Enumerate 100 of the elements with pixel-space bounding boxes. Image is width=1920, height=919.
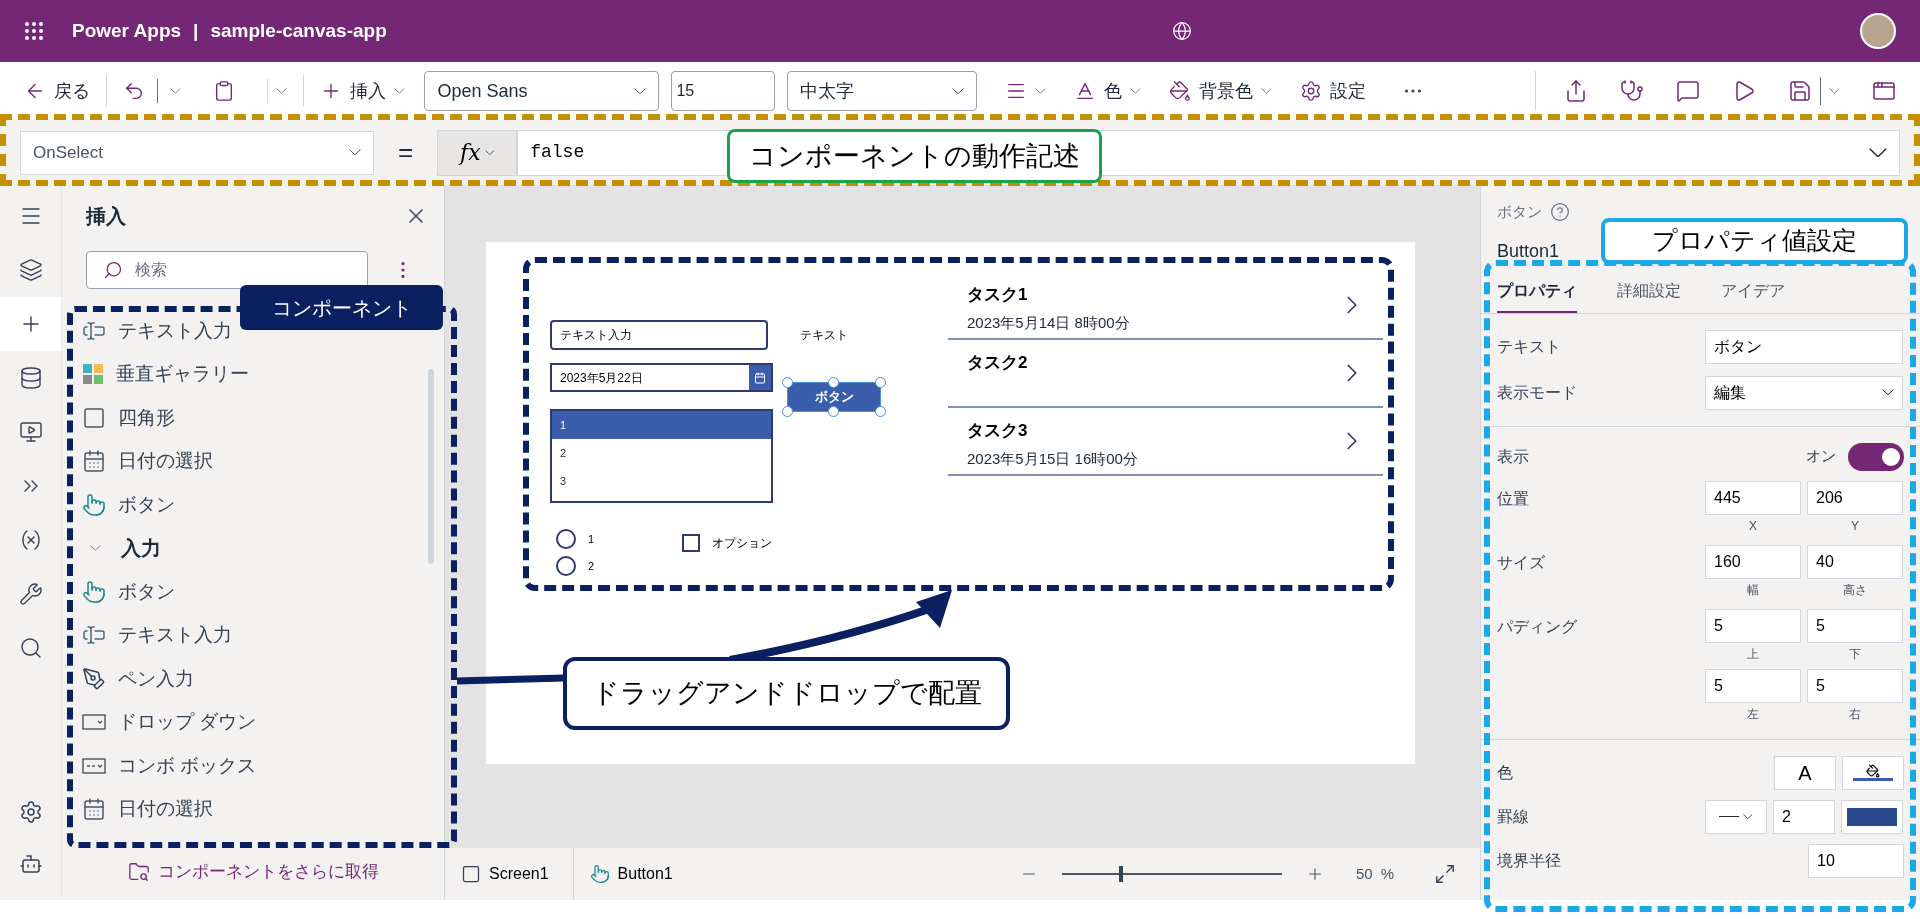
property-label: パディング xyxy=(1497,616,1578,637)
fit-screen-icon[interactable] xyxy=(1434,863,1456,885)
stethoscope-icon[interactable] xyxy=(1620,79,1645,103)
settings-button[interactable]: 設定 xyxy=(1299,77,1366,105)
font-size-field[interactable]: 15 xyxy=(671,71,776,111)
text-color-button[interactable]: 色 xyxy=(1074,77,1141,105)
resize-handle[interactable] xyxy=(782,406,793,417)
title-separator: | xyxy=(193,18,199,43)
component-item[interactable]: テキスト入力 xyxy=(118,316,232,345)
property-field[interactable]: 206 xyxy=(1807,480,1903,515)
insert-button[interactable]: 挿入 xyxy=(319,77,405,105)
calendar-icon[interactable] xyxy=(749,365,771,390)
resize-handle[interactable] xyxy=(828,377,839,388)
property-tab[interactable]: プロパティ xyxy=(1497,278,1577,313)
resize-handle[interactable] xyxy=(828,406,839,417)
canvas-button[interactable]: ボタン xyxy=(788,383,880,411)
globe-icon[interactable] xyxy=(1172,21,1192,41)
publish-icon[interactable] xyxy=(1872,79,1896,103)
settings-icon xyxy=(1299,80,1322,102)
date-picker[interactable]: 2023年5月22日 xyxy=(550,363,773,392)
search-field[interactable]: 検索 xyxy=(86,251,368,289)
list-box[interactable]: 1 2 3 xyxy=(550,409,773,503)
fx-button[interactable]: fx xyxy=(437,129,518,176)
text-field[interactable]: ボタン xyxy=(1705,329,1903,364)
scrollbar[interactable] xyxy=(428,369,434,564)
property-label: 罫線 xyxy=(1497,806,1530,827)
component-item[interactable]: ドロップ ダウン xyxy=(118,708,257,737)
field-caption: Y xyxy=(1851,517,1859,535)
component-item[interactable]: 日付の選択 xyxy=(118,447,213,476)
radio-button[interactable] xyxy=(556,556,576,576)
fill-button[interactable]: 背景色 xyxy=(1169,77,1272,105)
property-field[interactable]: 5 xyxy=(1807,668,1903,703)
property-field[interactable]: 160 xyxy=(1705,544,1801,579)
font-dropdown[interactable]: Open Sans xyxy=(424,71,660,111)
component-item[interactable]: 日付の選択 xyxy=(118,795,213,824)
tools-icon xyxy=(18,582,43,606)
list-option[interactable]: 3 xyxy=(552,467,771,495)
toggle-state: オン xyxy=(1806,446,1836,467)
text-input[interactable]: テキスト入力 xyxy=(550,320,768,350)
display-mode-dropdown[interactable]: 編集 xyxy=(1705,375,1903,410)
component-item[interactable]: ボタン xyxy=(118,490,175,519)
paint-bucket-icon xyxy=(1866,764,1880,778)
settings-icon[interactable] xyxy=(18,800,43,824)
save-icon[interactable] xyxy=(1788,79,1813,103)
dropdown-icon xyxy=(82,713,106,732)
border-width-field[interactable]: 2 xyxy=(1773,799,1835,834)
property-tab[interactable]: アイデア xyxy=(1721,278,1785,313)
toggle-knob[interactable] xyxy=(1882,447,1900,466)
property-dropdown[interactable]: OnSelect xyxy=(20,130,374,175)
property-field[interactable]: 40 xyxy=(1807,544,1903,579)
back-button[interactable]: 戻る xyxy=(24,77,90,105)
checkbox[interactable] xyxy=(682,534,700,552)
chevron-icon[interactable] xyxy=(1869,147,1887,158)
search-icon xyxy=(103,260,123,280)
combo-box-icon xyxy=(82,756,106,775)
component-item[interactable]: 垂直ギャラリー xyxy=(116,360,249,389)
resize-handle[interactable] xyxy=(782,377,793,388)
screen-breadcrumb[interactable]: Screen1 xyxy=(489,862,549,886)
task-title: タスク1 xyxy=(967,284,1029,306)
resize-handle[interactable] xyxy=(875,377,886,388)
calendar-icon xyxy=(82,797,106,822)
property-field[interactable]: 5 xyxy=(1705,668,1801,703)
user-avatar[interactable] xyxy=(1860,13,1896,49)
property-field[interactable]: 5 xyxy=(1807,608,1903,643)
help-icon[interactable] xyxy=(1550,202,1570,223)
visible-toggle[interactable] xyxy=(1848,442,1904,471)
component-item[interactable]: 四角形 xyxy=(118,403,175,432)
control-breadcrumb[interactable]: Button1 xyxy=(617,862,673,886)
fill-color-button[interactable] xyxy=(1842,755,1904,790)
field-caption: 幅 xyxy=(1747,581,1759,599)
chevron-icon xyxy=(393,88,405,94)
list-option[interactable]: 1 xyxy=(552,411,771,439)
list-option[interactable]: 2 xyxy=(552,439,771,467)
component-item[interactable]: ボタン xyxy=(118,577,175,606)
field-caption: 右 xyxy=(1849,705,1861,723)
annotation-tooltip: プロパティ値設定 xyxy=(1601,218,1908,264)
bot-icon[interactable] xyxy=(18,852,43,876)
comment-icon[interactable] xyxy=(1676,79,1701,103)
more-components-link[interactable]: コンポーネントをさらに取得 xyxy=(157,859,379,885)
undo-icon[interactable] xyxy=(123,80,145,102)
radio-button[interactable] xyxy=(556,529,576,549)
component-item[interactable]: コンボ ボックス xyxy=(118,751,257,780)
font-weight-dropdown[interactable]: 中太字 xyxy=(787,71,978,111)
media-icon xyxy=(18,420,43,444)
property-field[interactable]: 445 xyxy=(1705,480,1801,515)
radius-field[interactable]: 10 xyxy=(1808,843,1904,878)
text-color-button[interactable]: A xyxy=(1774,755,1836,790)
app-launcher-icon[interactable] xyxy=(24,21,44,41)
property-field[interactable]: 5 xyxy=(1705,608,1801,643)
resize-handle[interactable] xyxy=(875,406,886,417)
property-tab[interactable]: 詳細設定 xyxy=(1617,278,1681,313)
component-item[interactable]: テキスト入力 xyxy=(118,621,232,650)
pointer-icon xyxy=(82,492,106,517)
slider-thumb[interactable] xyxy=(1119,866,1124,882)
section-header[interactable]: 入力 xyxy=(62,526,444,570)
line-style-icon xyxy=(1719,816,1740,817)
border-color-button[interactable] xyxy=(1841,799,1903,834)
zoom-unit: % xyxy=(1380,863,1394,884)
paint-bucket-icon xyxy=(1169,80,1191,102)
component-item[interactable]: ペン入力 xyxy=(118,664,194,693)
